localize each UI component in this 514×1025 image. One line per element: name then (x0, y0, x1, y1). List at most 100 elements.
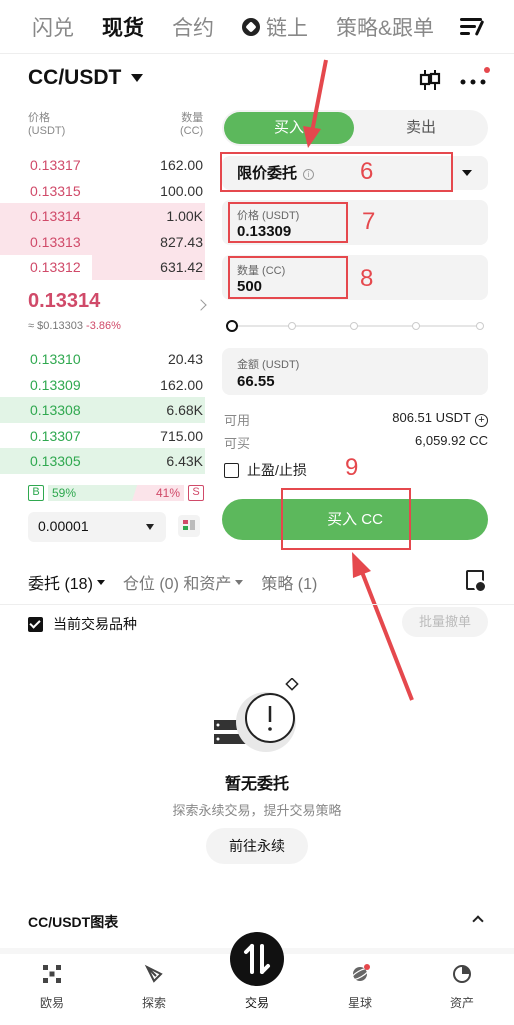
tab-spot[interactable]: 现货 (102, 12, 144, 42)
okx-logo-icon (43, 965, 61, 983)
swap-arrows-icon (244, 944, 270, 974)
caret-down-icon (462, 170, 472, 176)
amount-slider[interactable] (226, 320, 484, 332)
tab-onchain-label: 链上 (266, 16, 308, 40)
bid-price: 0.13308 (30, 402, 81, 418)
tab-strategy-label: 策略 (1) (261, 576, 318, 593)
bid-row[interactable]: 0.13305 6.43K (0, 448, 205, 474)
buy-tag: B (28, 485, 44, 501)
slider-tick[interactable] (350, 322, 358, 330)
amount-field-value: 66.55 (237, 373, 275, 390)
ask-row[interactable]: 0.13313 827.43 (0, 228, 205, 255)
plus-circle-icon[interactable]: + (475, 414, 488, 427)
ask-price: 0.13314 (30, 208, 81, 224)
orderbook-layout-icon[interactable] (178, 515, 200, 537)
bid-qty: 20.43 (167, 351, 203, 367)
bid-row[interactable]: 0.13310 20.43 (0, 346, 205, 372)
slider-knob[interactable] (226, 320, 238, 332)
slider-tick[interactable] (288, 322, 296, 330)
buy-percent: 59% (52, 486, 77, 500)
tab-flash-swap[interactable]: 闪兑 (32, 12, 74, 42)
divider (0, 604, 514, 605)
price-step-select[interactable]: 0.00001 (28, 512, 166, 542)
chart-section-title[interactable]: CC/USDT图表 (28, 912, 118, 932)
price-step-value: 0.00001 (38, 518, 89, 534)
annotation-arrowhead-bottom (352, 552, 371, 578)
buy-tab[interactable]: 买入 (224, 112, 354, 144)
chevron-right-icon[interactable] (195, 299, 207, 311)
ask-price: 0.13312 (30, 259, 81, 275)
bid-price: 0.13307 (30, 427, 81, 444)
empty-subtitle: 探索永续交易，提升交易策略 (172, 803, 342, 818)
tpsl-checkbox[interactable] (224, 462, 239, 478)
sell-tag: S (188, 485, 204, 501)
annotation-box-8 (228, 256, 348, 299)
pair-label: CC/USDT (28, 66, 122, 89)
bid-price: 0.13305 (30, 453, 81, 469)
annotation-number-7: 7 (362, 208, 376, 235)
ask-row[interactable]: 0.13312 631.42 (0, 254, 205, 280)
annotation-box-7 (228, 202, 348, 243)
current-pair-label: 当前交易品种 (53, 616, 137, 632)
chevron-up-icon[interactable] (472, 915, 484, 927)
last-price-sub: ≈ $0.13303 -3.86% (28, 320, 121, 332)
current-pair-checkbox[interactable] (28, 616, 43, 632)
ask-row[interactable]: 0.13315 100.00 (0, 178, 205, 204)
ask-qty: 827.43 (160, 233, 203, 250)
bid-qty: 715.00 (160, 427, 203, 444)
caret-down-icon (96, 579, 105, 585)
pair-selector[interactable]: CC/USDT (28, 66, 144, 90)
amount-field[interactable]: 金额 (USDT) 66.55 (222, 348, 488, 395)
nav-trade-label: 交易 (244, 996, 269, 1010)
annotation-number-6: 6 (360, 158, 374, 185)
menu-icon[interactable] (460, 16, 486, 38)
trade-fab-button[interactable] (230, 932, 284, 986)
tab-strategy-copy[interactable]: 策略&跟单 (336, 12, 434, 42)
can-buy-label: 可买 (224, 436, 251, 451)
nav-explore-label: 探索 (141, 996, 166, 1010)
slider-tick[interactable] (476, 322, 484, 330)
last-change: -3.86% (86, 320, 121, 332)
annotation-number-9: 9 (345, 454, 359, 481)
available-row: 可用 806.51 USDT + (224, 410, 488, 429)
bid-row[interactable]: 0.13308 6.68K (0, 397, 205, 423)
ask-row[interactable]: 0.13314 1.00K (0, 203, 205, 229)
tab-orders[interactable]: 委托 (18) (28, 570, 105, 594)
goto-perpetual-button[interactable]: 前往永续 (206, 828, 308, 864)
compass-icon (144, 964, 163, 983)
slider-tick[interactable] (412, 322, 420, 330)
tab-positions[interactable]: 仓位 (0) 和资产 (122, 570, 244, 594)
tab-positions-label: 仓位 (0) 和资产 (122, 576, 232, 593)
can-buy-row: 可买 6,059.92 CC (224, 433, 488, 452)
caret-down-icon (235, 579, 244, 585)
nav-assets-label: 资产 (449, 996, 474, 1010)
tab-onchain[interactable]: 链上 (242, 12, 308, 42)
nav-planet-label: 星球 (347, 996, 372, 1010)
buy-sell-toggle: 买入 卖出 (222, 110, 488, 146)
empty-orders-illustration (214, 678, 299, 752)
order-history-icon[interactable] (466, 570, 487, 593)
tpsl-toggle[interactable]: 止盈/止损 (224, 460, 307, 480)
ask-price: 0.13313 (30, 233, 81, 250)
ask-qty: 1.00K (166, 208, 203, 224)
annotation-box-9 (281, 488, 411, 550)
current-pair-filter[interactable]: 当前交易品种 (28, 614, 137, 634)
ob-qty-header: 数量 (CC) (180, 112, 204, 137)
bid-price: 0.13309 (30, 376, 81, 393)
bid-row[interactable]: 0.13309 162.00 (0, 372, 205, 398)
available-value: 806.51 USDT (392, 410, 471, 425)
more-icon[interactable] (458, 70, 488, 90)
ask-price: 0.13315 (30, 182, 81, 199)
candlestick-icon[interactable] (418, 68, 442, 92)
tab-orders-label: 委托 (18) (28, 576, 93, 593)
tab-strategy[interactable]: 策略 (1) (261, 570, 317, 594)
batch-cancel-button[interactable]: 批量撤单 (402, 607, 488, 637)
sell-tab[interactable]: 卖出 (356, 112, 486, 144)
last-price: 0.13314 (28, 290, 101, 312)
ask-qty: 162.00 (160, 157, 203, 173)
ask-row[interactable]: 0.13317 162.00 (0, 152, 205, 178)
bid-row[interactable]: 0.13307 715.00 (0, 423, 205, 449)
orders-tabs: 委托 (18) 仓位 (0) 和资产 策略 (1) (28, 570, 335, 594)
bid-qty: 6.43K (166, 453, 203, 469)
tab-futures[interactable]: 合约 (172, 12, 214, 42)
